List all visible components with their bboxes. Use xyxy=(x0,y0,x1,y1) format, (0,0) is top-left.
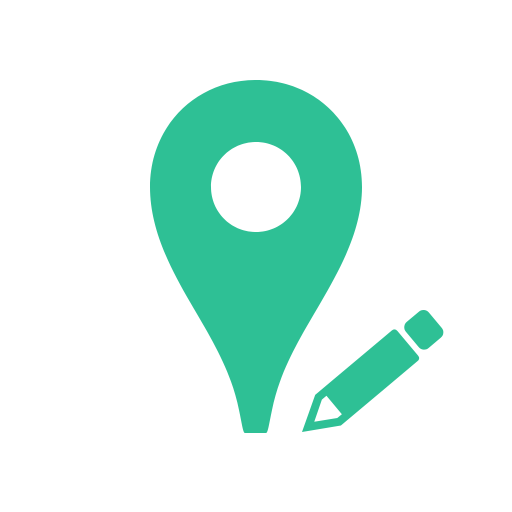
pencil-icon xyxy=(302,309,444,432)
app-icon-canvas xyxy=(0,0,512,512)
pencil-body xyxy=(302,329,420,432)
edit-location-icon xyxy=(150,80,444,433)
map-pin-icon xyxy=(150,80,362,433)
map-pin-body xyxy=(150,80,362,433)
